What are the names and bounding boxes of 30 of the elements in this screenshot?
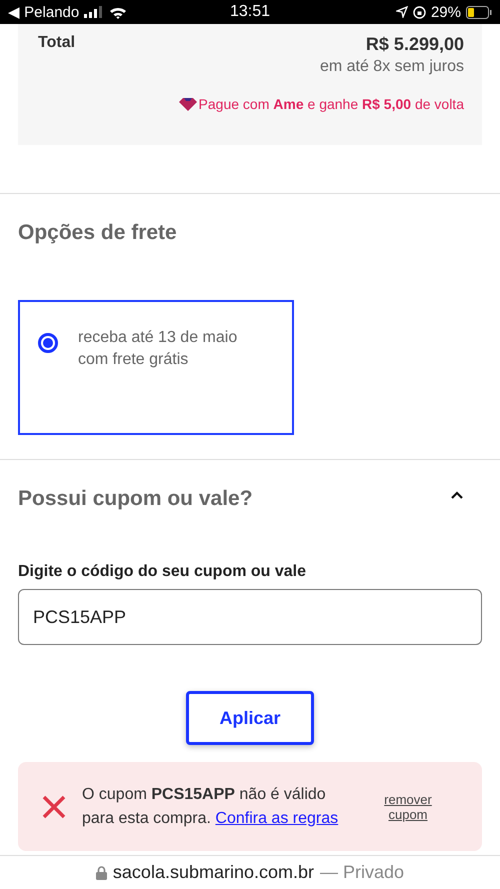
diamond-icon xyxy=(178,98,197,110)
promo-text: Pague com Ame e ganhe R$ 5,00 de volta xyxy=(198,96,464,112)
url-text[interactable]: sacola.submarino.com.br xyxy=(112,862,314,883)
battery-icon xyxy=(466,6,492,18)
chevron-icon[interactable] xyxy=(450,490,464,500)
section-title: Possui cupom ou vale? xyxy=(18,487,253,511)
option-text: com frete grátis xyxy=(78,350,190,370)
error-message: O cupom PCS15APP não é válido para esta compra. Confira as regras xyxy=(82,784,340,828)
installments-text: em até 8x sem juros xyxy=(320,58,464,76)
radio-button[interactable] xyxy=(38,333,58,353)
apply-button[interactable]: Aplicar xyxy=(186,691,314,745)
section-title: Opções de frete xyxy=(18,221,178,245)
shipping-option[interactable]: receba até 13 de maio com frete grátis xyxy=(18,300,294,435)
rules-link[interactable]: Confira as regras xyxy=(215,810,338,826)
total-price: R$ 5.299,00 xyxy=(366,34,464,55)
error-x-icon xyxy=(42,794,66,818)
location-icon xyxy=(396,6,408,18)
coupon-field[interactable]: PCS15APP xyxy=(18,589,482,645)
battery-percent: 29% xyxy=(430,4,461,20)
private-label: — Privado xyxy=(320,862,404,883)
clock-time: 13:51 xyxy=(230,3,270,21)
signal-icon xyxy=(84,6,104,18)
lock-icon xyxy=(96,866,107,880)
remove-coupon-link[interactable]: remover cupom xyxy=(378,792,438,822)
field-label: Digite o código do seu cupom ou vale xyxy=(18,563,308,581)
rotation-lock-icon xyxy=(412,6,426,18)
option-text: receba até 13 de maio xyxy=(78,328,238,348)
total-label: Total xyxy=(38,34,76,53)
wifi-icon xyxy=(109,6,128,18)
carrier-label[interactable]: ◀ Pelando xyxy=(8,3,80,21)
